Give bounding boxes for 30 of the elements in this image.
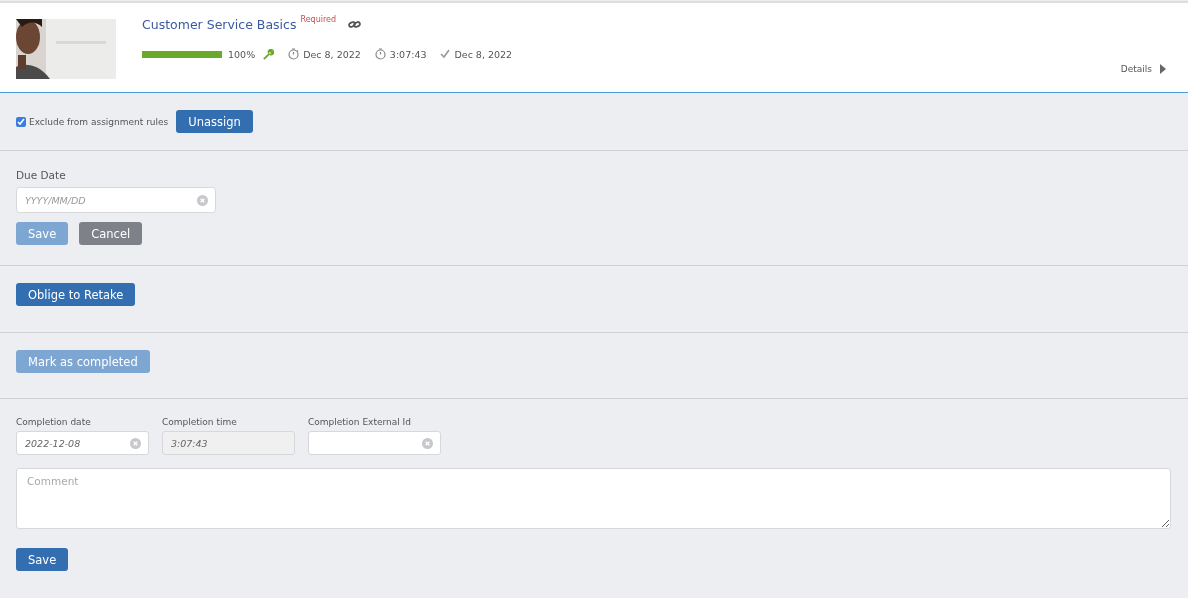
completion-date: Dec 8, 2022 bbox=[454, 48, 513, 60]
link-icon[interactable] bbox=[348, 20, 362, 29]
clear-icon[interactable] bbox=[130, 437, 141, 449]
due-date-field[interactable]: YYYY/MM/DD bbox=[16, 187, 216, 213]
details-link[interactable]: Details bbox=[1120, 64, 1166, 74]
field-label: Due Date bbox=[16, 169, 67, 181]
retake-button[interactable]: Oblige to Retake bbox=[16, 283, 136, 306]
start-date: Dec 8, 2022 bbox=[303, 48, 361, 60]
comment-field[interactable]: Comment bbox=[16, 468, 1171, 529]
checkbox-label: Exclude from assignment rules bbox=[29, 116, 169, 127]
caret-icon bbox=[1160, 64, 1166, 74]
wrench-icon bbox=[263, 48, 275, 60]
stopwatch-icon bbox=[288, 48, 300, 60]
clear-icon[interactable] bbox=[422, 437, 433, 449]
required-label: Required bbox=[300, 15, 337, 24]
timer-icon bbox=[374, 48, 386, 60]
duration: 3:07:43 bbox=[389, 48, 427, 60]
cancel-button[interactable]: Cancel bbox=[79, 222, 143, 245]
checkmark-icon bbox=[440, 49, 451, 59]
field-label: Completion date bbox=[16, 417, 92, 427]
input-field[interactable] bbox=[308, 431, 441, 455]
progress-percent: 100% bbox=[228, 48, 256, 60]
clear-icon[interactable] bbox=[197, 194, 208, 206]
field-label: Completion External Id bbox=[308, 417, 412, 427]
save-button[interactable]: Save bbox=[16, 548, 69, 571]
course-title[interactable]: Customer Service Basics bbox=[142, 17, 297, 32]
checkbox[interactable] bbox=[16, 116, 26, 127]
input-field[interactable]: 2022-12-08 bbox=[16, 431, 149, 455]
unassign-button[interactable]: Unassign bbox=[176, 110, 253, 133]
field-label: Completion time bbox=[162, 417, 238, 427]
